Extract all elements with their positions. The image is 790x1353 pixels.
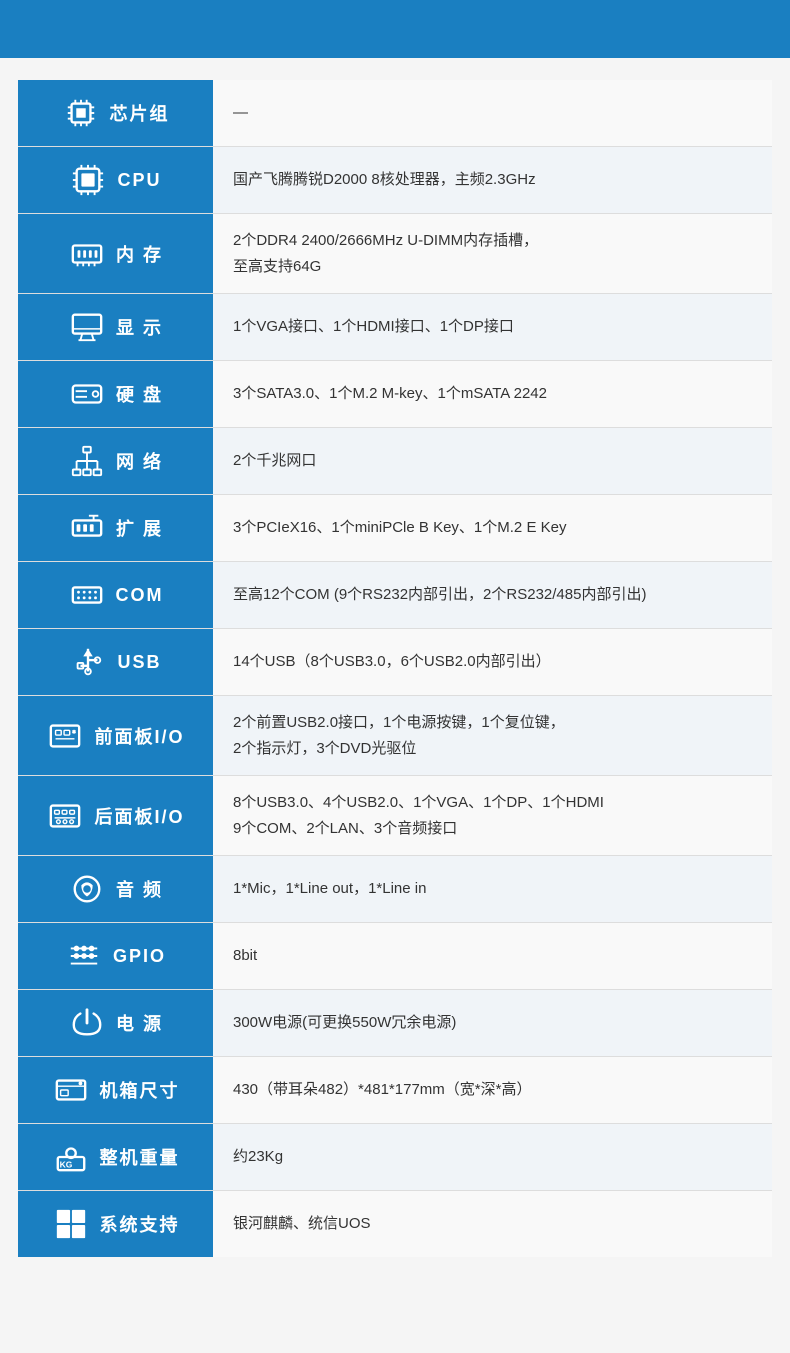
value-cell-os: 银河麒麟、统信UOS [213, 1191, 772, 1258]
value-cell-rear-io: 8个USB3.0、4个USB2.0、1个VGA、1个DP、1个HDMI9个COM… [213, 776, 772, 856]
label-text-power: 电 源 [116, 1010, 163, 1036]
label-cell-cpu: CPU [18, 147, 213, 214]
value-cell-com: 至高12个COM (9个RS232内部引出，2个RS232/485内部引出) [213, 562, 772, 629]
value-cell-chipset: — [213, 80, 772, 147]
value-cell-front-io: 2个前置USB2.0接口，1个电源按键，1个复位键，2个指示灯，3个DVD光驱位 [213, 696, 772, 776]
label-cell-audio: 音 频 [18, 856, 213, 923]
power-icon [68, 1004, 106, 1042]
table-row: 芯片组 — [18, 80, 772, 147]
hdd-icon [68, 375, 106, 413]
table-row: 内 存 2个DDR4 2400/2666MHz U-DIMM内存插槽，至高支持64… [18, 214, 772, 294]
label-cell-weight: KG 整机重量 [18, 1124, 213, 1191]
value-cell-power: 300W电源(可更换550W冗余电源) [213, 990, 772, 1057]
label-text-front-io: 前面板I/O [94, 723, 184, 749]
label-text-gpio: GPIO [113, 946, 166, 967]
label-text-audio: 音 频 [116, 876, 163, 902]
com-icon [68, 576, 106, 614]
table-row: 硬 盘 3个SATA3.0、1个M.2 M-key、1个mSATA 2242 [18, 361, 772, 428]
table-row: 显 示 1个VGA接口、1个HDMI接口、1个DP接口 [18, 294, 772, 361]
os-icon [52, 1205, 90, 1243]
table-row: 系统支持 银河麒麟、统信UOS [18, 1191, 772, 1258]
table-row: 后面板I/O 8个USB3.0、4个USB2.0、1个VGA、1个DP、1个HDM… [18, 776, 772, 856]
table-row: 机箱尺寸 430（带耳朵482）*481*177mm（宽*深*高） [18, 1057, 772, 1124]
value-cell-display: 1个VGA接口、1个HDMI接口、1个DP接口 [213, 294, 772, 361]
spec-table-container: 芯片组 — CPU 国产飞腾腾锐D2000 8核处理器，主频2.3GHz 内 存 2个DD… [0, 58, 790, 1279]
label-cell-chassis: 机箱尺寸 [18, 1057, 213, 1124]
display-icon [68, 308, 106, 346]
label-text-expansion: 扩 展 [116, 515, 163, 541]
memory-icon [68, 235, 106, 273]
label-text-com: COM [116, 585, 164, 606]
rear-io-icon [46, 797, 84, 835]
value-cell-usb: 14个USB（8个USB3.0，6个USB2.0内部引出） [213, 629, 772, 696]
label-cell-com: COM [18, 562, 213, 629]
value-cell-weight: 约23Kg [213, 1124, 772, 1191]
value-cell-audio: 1*Mic，1*Line out，1*Line in [213, 856, 772, 923]
table-row: USB 14个USB（8个USB3.0，6个USB2.0内部引出） [18, 629, 772, 696]
label-cell-network: 网 络 [18, 428, 213, 495]
label-cell-expansion: 扩 展 [18, 495, 213, 562]
chassis-icon [52, 1071, 90, 1109]
audio-icon [68, 870, 106, 908]
label-text-display: 显 示 [116, 314, 163, 340]
table-row: 前面板I/O 2个前置USB2.0接口，1个电源按键，1个复位键，2个指示灯，3个… [18, 696, 772, 776]
label-cell-os: 系统支持 [18, 1191, 213, 1258]
table-row: GPIO 8bit [18, 923, 772, 990]
label-text-chassis: 机箱尺寸 [100, 1077, 180, 1103]
label-cell-gpio: GPIO [18, 923, 213, 990]
table-row: 网 络 2个千兆网口 [18, 428, 772, 495]
cpu-icon [69, 161, 107, 199]
label-text-os: 系统支持 [100, 1211, 180, 1237]
value-cell-cpu: 国产飞腾腾锐D2000 8核处理器，主频2.3GHz [213, 147, 772, 214]
label-text-chipset: 芯片组 [110, 100, 170, 126]
table-row: 扩 展 3个PCIeX16、1个miniPCle B Key、1个M.2 E Ke… [18, 495, 772, 562]
table-row: COM 至高12个COM (9个RS232内部引出，2个RS232/485内部引出… [18, 562, 772, 629]
header [0, 0, 790, 58]
table-row: CPU 国产飞腾腾锐D2000 8核处理器，主频2.3GHz [18, 147, 772, 214]
value-cell-gpio: 8bit [213, 923, 772, 990]
label-cell-display: 显 示 [18, 294, 213, 361]
value-cell-expansion: 3个PCIeX16、1个miniPCle B Key、1个M.2 E Key [213, 495, 772, 562]
value-cell-network: 2个千兆网口 [213, 428, 772, 495]
label-cell-power: 电 源 [18, 990, 213, 1057]
label-text-usb: USB [117, 652, 161, 673]
value-cell-chassis: 430（带耳朵482）*481*177mm（宽*深*高） [213, 1057, 772, 1124]
gpio-icon [65, 937, 103, 975]
value-cell-memory: 2个DDR4 2400/2666MHz U-DIMM内存插槽，至高支持64G [213, 214, 772, 294]
label-text-weight: 整机重量 [100, 1144, 180, 1170]
value-cell-hdd: 3个SATA3.0、1个M.2 M-key、1个mSATA 2242 [213, 361, 772, 428]
table-row: 音 频 1*Mic，1*Line out，1*Line in [18, 856, 772, 923]
front-io-icon [46, 717, 84, 755]
label-cell-usb: USB [18, 629, 213, 696]
usb-icon [69, 643, 107, 681]
label-text-network: 网 络 [116, 448, 163, 474]
table-row: 电 源 300W电源(可更换550W冗余电源) [18, 990, 772, 1057]
spec-table: 芯片组 — CPU 国产飞腾腾锐D2000 8核处理器，主频2.3GHz 内 存 2个DD… [18, 80, 772, 1257]
label-text-hdd: 硬 盘 [116, 381, 163, 407]
label-cell-hdd: 硬 盘 [18, 361, 213, 428]
label-cell-rear-io: 后面板I/O [18, 776, 213, 856]
expansion-icon [68, 509, 106, 547]
svg-text:KG: KG [59, 1159, 72, 1169]
label-text-cpu: CPU [117, 170, 161, 191]
table-row: KG 整机重量 约23Kg [18, 1124, 772, 1191]
label-text-rear-io: 后面板I/O [94, 803, 184, 829]
chipset-icon [62, 94, 100, 132]
label-cell-memory: 内 存 [18, 214, 213, 294]
label-text-memory: 内 存 [116, 241, 163, 267]
network-icon [68, 442, 106, 480]
label-cell-front-io: 前面板I/O [18, 696, 213, 776]
weight-icon: KG [52, 1138, 90, 1176]
label-cell-chipset: 芯片组 [18, 80, 213, 147]
